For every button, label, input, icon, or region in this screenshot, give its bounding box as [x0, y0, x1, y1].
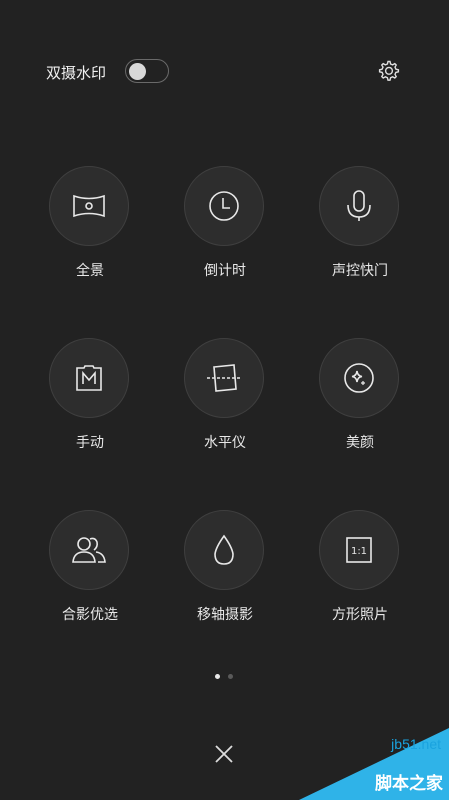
group-people-icon	[72, 537, 106, 563]
mode-timer[interactable]: 倒计时	[165, 166, 285, 296]
mode-label: 声控快门	[332, 263, 388, 279]
dual-watermark-label: 双摄水印	[46, 64, 107, 82]
mode-group-photo-button[interactable]	[49, 510, 129, 590]
top-bar: 双摄水印	[0, 0, 449, 145]
mode-label: 移轴摄影	[197, 607, 253, 623]
level-icon	[207, 364, 241, 392]
microphone-icon	[347, 190, 371, 221]
mode-square-photo-button[interactable]: 1:1	[319, 510, 399, 590]
mode-panorama-button[interactable]	[49, 166, 129, 246]
mode-timer-button[interactable]	[184, 166, 264, 246]
toggle-knob	[129, 62, 146, 80]
manual-m-icon	[76, 365, 102, 391]
mode-label: 手动	[76, 435, 104, 451]
mode-voice-shutter-button[interactable]	[319, 166, 399, 246]
mode-manual-button[interactable]	[49, 338, 129, 418]
mode-beauty[interactable]: 美颜	[300, 338, 420, 468]
mode-square-photo[interactable]: 1:1 方形照片	[300, 510, 420, 640]
panorama-icon	[73, 194, 105, 218]
gear-icon[interactable]	[377, 59, 401, 83]
watermark-name: 脚本之家	[375, 774, 443, 794]
mode-voice-shutter[interactable]: 声控快门	[300, 166, 420, 296]
mode-label: 合影优选	[62, 607, 118, 623]
site-watermark: jb51.net 脚本之家	[299, 728, 449, 800]
mode-label: 倒计时	[204, 263, 246, 279]
mode-manual[interactable]: 手动	[30, 338, 150, 468]
page-dot[interactable]	[228, 674, 233, 679]
mode-label: 美颜	[346, 435, 374, 451]
mode-beauty-button[interactable]	[319, 338, 399, 418]
close-icon[interactable]	[212, 742, 236, 766]
sparkle-icon	[344, 363, 374, 393]
dual-watermark-toggle[interactable]	[125, 59, 169, 83]
mode-level-button[interactable]	[184, 338, 264, 418]
mode-level[interactable]: 水平仪	[165, 338, 285, 468]
mode-tilt-shift-button[interactable]	[184, 510, 264, 590]
square-1-1-icon: 1:1	[346, 537, 372, 563]
watermark-site: jb51.net	[391, 736, 441, 752]
mode-panorama[interactable]: 全景	[30, 166, 150, 296]
mode-label: 方形照片	[332, 607, 388, 623]
mode-tilt-shift[interactable]: 移轴摄影	[165, 510, 285, 640]
mode-label: 全景	[76, 263, 104, 279]
page-dot-active[interactable]	[215, 674, 220, 679]
page-indicator	[212, 674, 238, 682]
mode-group-photo[interactable]: 合影优选	[30, 510, 150, 640]
svg-text:1:1: 1:1	[351, 546, 367, 557]
droplet-icon	[214, 534, 234, 565]
clock-icon	[209, 191, 239, 221]
mode-label: 水平仪	[204, 435, 246, 451]
